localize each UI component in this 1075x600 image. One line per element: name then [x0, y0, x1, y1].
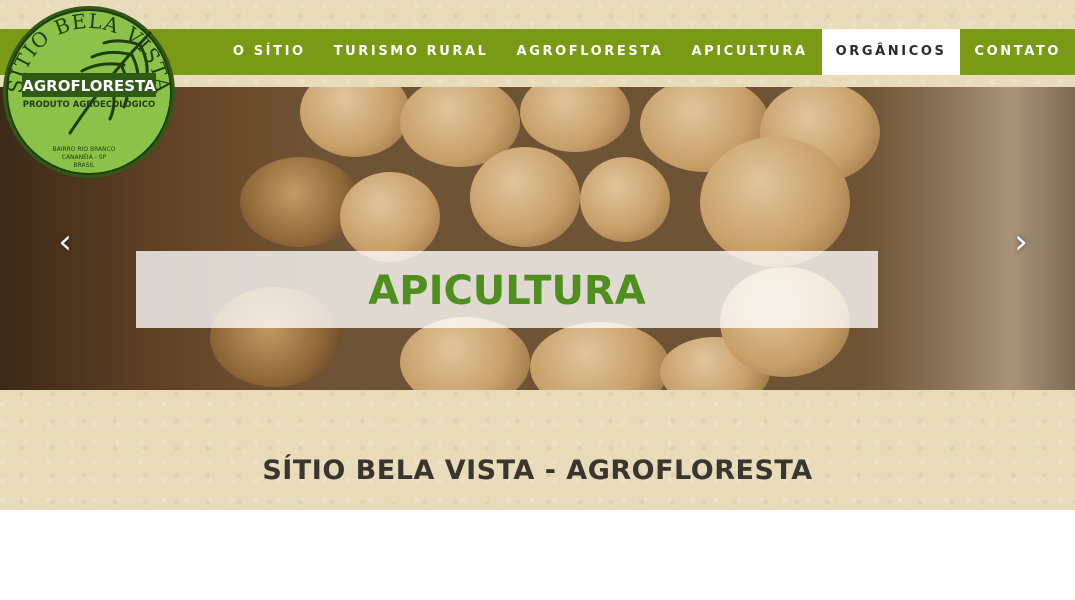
- nav-item-o-sitio[interactable]: O SÍTIO: [219, 29, 320, 75]
- slide-image-detail: [580, 157, 670, 242]
- slide-image-detail: [700, 137, 850, 267]
- logo-title: AGROFLORESTA: [22, 77, 156, 95]
- nav-item-turismo-rural[interactable]: TURISMO RURAL: [320, 29, 503, 75]
- slide-image-detail: [470, 147, 580, 247]
- slide-image-detail: [300, 87, 410, 157]
- main-nav: O SÍTIO TURISMO RURAL AGROFLORESTA APICU…: [219, 29, 1075, 75]
- logo-line1: BAIRRO RIO BRANCO: [52, 146, 115, 153]
- slide-image-detail: [530, 322, 670, 390]
- slide-image-detail: [520, 87, 630, 152]
- chevron-left-icon[interactable]: ‹: [50, 222, 80, 262]
- slide-caption: APICULTURA: [368, 268, 646, 314]
- logo-emblem: SÍTIO BELA VISTA AGROFLORESTA PRODUTO AG…: [3, 6, 175, 178]
- site-logo[interactable]: SÍTIO BELA VISTA AGROFLORESTA PRODUTO AG…: [0, 3, 178, 181]
- nav-item-contato[interactable]: CONTATO: [960, 29, 1075, 75]
- page-heading: SÍTIO BELA VISTA - AGROFLORESTA: [262, 455, 813, 486]
- nav-item-organicos[interactable]: ORGÂNICOS: [821, 29, 961, 75]
- nav-item-agrofloresta[interactable]: AGROFLORESTA: [503, 29, 678, 75]
- logo-line3: BRASIL: [73, 162, 95, 169]
- caption-panel: APICULTURA: [136, 251, 878, 328]
- nav-item-apicultura[interactable]: APICULTURA: [677, 29, 821, 75]
- slide-image-detail: [340, 172, 440, 262]
- chevron-right-icon[interactable]: ›: [1006, 222, 1036, 262]
- logo-subtitle: PRODUTO AGROECOLÓGICO: [23, 98, 155, 110]
- logo-line2: CANANÉIA - SP: [62, 153, 107, 161]
